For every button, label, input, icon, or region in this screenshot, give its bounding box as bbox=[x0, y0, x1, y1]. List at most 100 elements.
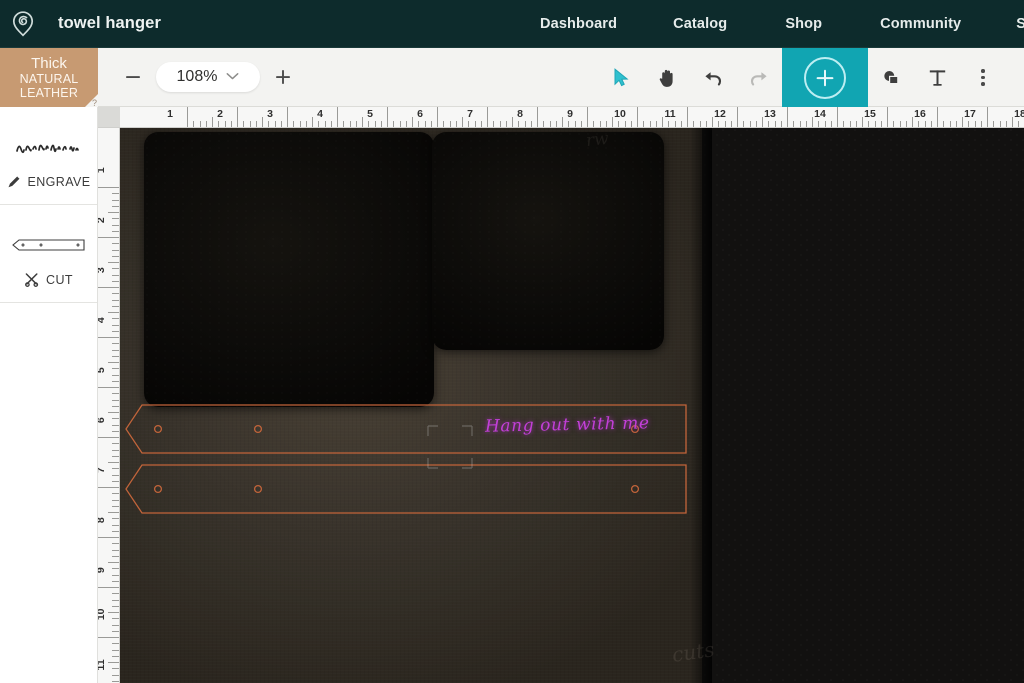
ruler-v-label: 7 bbox=[98, 467, 107, 473]
ruler-v-minor-tick bbox=[108, 512, 119, 513]
ruler-h-minor-tick bbox=[755, 121, 757, 127]
undo-button[interactable] bbox=[690, 48, 736, 107]
ruler-h-minor-tick bbox=[505, 121, 507, 127]
ruler-v-major-tick bbox=[98, 287, 119, 288]
ruler-h-minor-tick bbox=[805, 121, 807, 127]
design-canvas[interactable]: cuts rw Hang out with me bbox=[120, 128, 1024, 683]
ruler-h-minor-tick bbox=[218, 121, 220, 127]
ruler-h-minor-tick bbox=[368, 121, 370, 127]
nav-item-dashboard[interactable]: Dashboard bbox=[540, 16, 617, 32]
ruler-h-major-tick bbox=[687, 107, 688, 127]
vertical-ruler[interactable]: 1 2 3 4 5 6 7 8 9 10 11 bbox=[98, 128, 120, 683]
ruler-h-minor-tick bbox=[912, 117, 913, 127]
app-logo[interactable] bbox=[0, 10, 46, 38]
material-thickness-label: Thick bbox=[31, 54, 67, 72]
ruler-h-minor-tick bbox=[930, 121, 932, 127]
sidebar-item-cut[interactable]: CUT bbox=[0, 205, 97, 303]
zoom-level-value: 108% bbox=[176, 68, 218, 85]
ruler-v-minor-tick bbox=[112, 605, 119, 607]
cut-shapes-group[interactable] bbox=[120, 128, 1024, 683]
ruler-h-minor-tick bbox=[412, 117, 413, 127]
ruler-h-minor-tick bbox=[949, 121, 951, 127]
ruler-h-minor-tick bbox=[699, 121, 701, 127]
ruler-h-major-tick bbox=[287, 107, 288, 127]
ruler-h-minor-tick bbox=[955, 121, 957, 127]
select-tool-button[interactable] bbox=[598, 48, 644, 107]
ruler-h-minor-tick bbox=[849, 121, 851, 127]
ruler-v-minor-tick bbox=[112, 568, 119, 570]
ruler-h-minor-tick bbox=[349, 121, 351, 127]
zoom-in-button[interactable] bbox=[270, 64, 296, 90]
ruler-v-minor-tick bbox=[108, 262, 119, 263]
cut-layer-label-row: CUT bbox=[24, 272, 73, 287]
ruler-v-label: 6 bbox=[98, 417, 107, 423]
redo-button[interactable] bbox=[736, 48, 782, 107]
ruler-h-minor-tick bbox=[712, 117, 713, 127]
ruler-h-minor-tick bbox=[649, 121, 651, 127]
sidebar-item-engrave[interactable]: ENGRAVE bbox=[0, 107, 97, 205]
ruler-h-minor-tick bbox=[762, 117, 763, 127]
ruler-h-minor-tick bbox=[899, 121, 901, 127]
project-title[interactable]: towel hanger bbox=[58, 14, 161, 33]
nav-item-support[interactable]: Support bbox=[1016, 16, 1024, 32]
strap-bottom[interactable] bbox=[125, 464, 687, 514]
ruler-v-minor-tick bbox=[112, 249, 119, 251]
ruler-v-minor-tick bbox=[112, 355, 119, 357]
ruler-h-minor-tick bbox=[799, 121, 801, 127]
ruler-v-minor-tick bbox=[112, 474, 119, 476]
shapes-tool-button[interactable] bbox=[868, 48, 914, 107]
add-artwork-button[interactable] bbox=[782, 48, 868, 107]
ruler-v-label: 8 bbox=[98, 517, 107, 523]
ruler-h-minor-tick bbox=[993, 121, 995, 127]
engrave-layer-label-row: ENGRAVE bbox=[7, 174, 91, 189]
text-tool-button[interactable] bbox=[914, 48, 960, 107]
zoom-controls: 108% bbox=[120, 62, 296, 92]
ruler-v-major-tick bbox=[98, 387, 119, 388]
ruler-v-minor-tick bbox=[112, 349, 119, 351]
ruler-v-minor-tick bbox=[112, 455, 119, 457]
ruler-v-minor-tick bbox=[112, 399, 119, 401]
ruler-h-label: 5 bbox=[367, 108, 373, 120]
ruler-h-minor-tick bbox=[943, 121, 945, 127]
nav-item-shop[interactable]: Shop bbox=[785, 16, 822, 32]
ruler-h-major-tick bbox=[987, 107, 988, 127]
undo-arrow-icon bbox=[703, 69, 723, 87]
ruler-h-minor-tick bbox=[355, 121, 357, 127]
ruler-h-minor-tick bbox=[549, 121, 551, 127]
ruler-h-minor-tick bbox=[249, 121, 251, 127]
ruler-h-minor-tick bbox=[905, 121, 907, 127]
ruler-v-label: 4 bbox=[98, 317, 107, 323]
horizontal-ruler[interactable]: 123456789101112131415161718 bbox=[98, 107, 1024, 128]
pan-tool-button[interactable] bbox=[644, 48, 690, 107]
more-menu-button[interactable] bbox=[960, 48, 1006, 107]
redo-arrow-icon bbox=[749, 69, 769, 87]
ruler-v-minor-tick bbox=[112, 668, 119, 670]
engrave-text-object[interactable]: Hang out with me bbox=[485, 413, 650, 436]
ruler-h-minor-tick bbox=[468, 121, 470, 127]
ruler-v-minor-tick bbox=[108, 612, 119, 613]
nav-item-community[interactable]: Community bbox=[880, 16, 961, 32]
ruler-h-minor-tick bbox=[580, 121, 582, 127]
ruler-v-minor-tick bbox=[112, 468, 119, 470]
zoom-out-button[interactable] bbox=[120, 64, 146, 90]
ruler-h-minor-tick bbox=[418, 121, 420, 127]
ruler-v-minor-tick bbox=[108, 312, 119, 313]
material-tag[interactable]: Thick NATURAL LEATHER ? bbox=[0, 48, 98, 107]
ruler-h-minor-tick bbox=[493, 121, 495, 127]
ruler-v-minor-tick bbox=[112, 305, 119, 307]
ruler-h-minor-tick bbox=[518, 121, 520, 127]
zoom-level-select[interactable]: 108% bbox=[156, 62, 260, 92]
material-name-line1: NATURAL bbox=[19, 71, 79, 86]
ruler-h-minor-tick bbox=[199, 121, 201, 127]
ruler-v-major-tick bbox=[98, 187, 119, 188]
chevron-down-icon bbox=[226, 68, 239, 86]
ruler-h-minor-tick bbox=[543, 121, 545, 127]
ruler-v-minor-tick bbox=[112, 518, 119, 520]
ruler-h-major-tick bbox=[887, 107, 888, 127]
ruler-h-minor-tick bbox=[674, 121, 676, 127]
ruler-v-minor-tick bbox=[112, 293, 119, 295]
nav-item-catalog[interactable]: Catalog bbox=[673, 16, 727, 32]
ruler-v-minor-tick bbox=[112, 505, 119, 507]
ruler-h-minor-tick bbox=[643, 121, 645, 127]
ruler-v-major-tick bbox=[98, 637, 119, 638]
